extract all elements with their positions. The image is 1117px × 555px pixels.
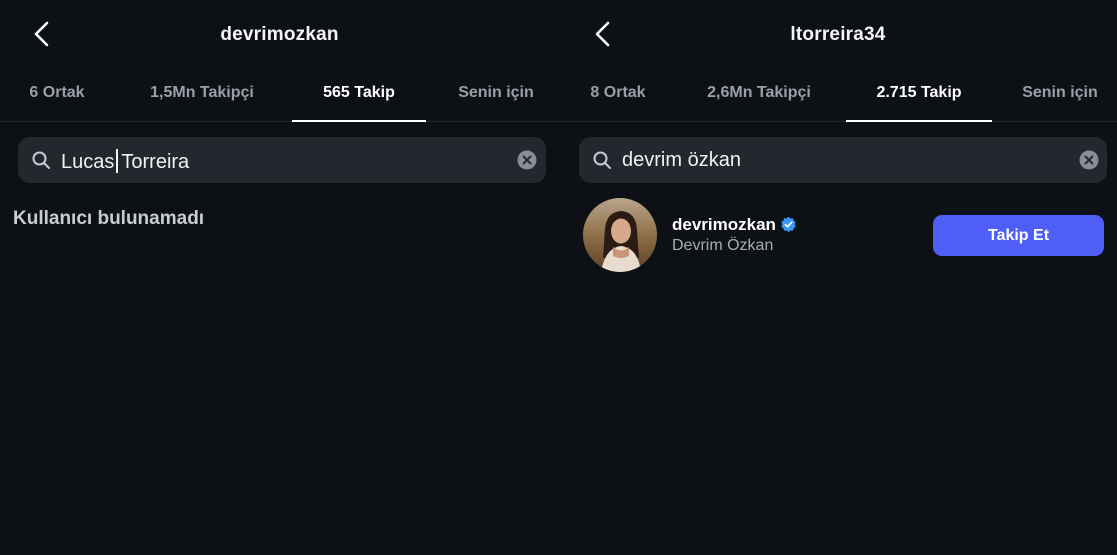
- search-text-after-cursor: Torreira: [121, 151, 190, 173]
- search-input[interactable]: Lucas Torreira: [18, 137, 546, 183]
- tab-for-you[interactable]: Senin için: [1010, 70, 1110, 122]
- username-text: devrimozkan: [672, 215, 776, 234]
- page-title: ltorreira34: [790, 24, 886, 45]
- verified-badge-icon: [781, 216, 796, 232]
- search-value: Lucas Torreira: [61, 149, 189, 174]
- tab-bar: 8 Ortak 2,6Mn Takipçi 2.715 Takip Senin …: [559, 70, 1117, 122]
- tab-following[interactable]: 2.715 Takip: [846, 70, 992, 122]
- left-panel: devrimozkan 6 Ortak 1,5Mn Takipçi 565 Ta…: [0, 0, 559, 555]
- left-header: devrimozkan: [0, 0, 559, 70]
- result-full-name: Devrim Özkan: [672, 237, 774, 254]
- avatar[interactable]: [583, 198, 657, 272]
- right-panel: ltorreira34 8 Ortak 2,6Mn Takipçi 2.715 …: [559, 0, 1117, 555]
- tab-followers[interactable]: 2,6Mn Takipçi: [691, 70, 827, 122]
- search-value: devrim özkan: [622, 149, 741, 171]
- tab-mutual[interactable]: 8 Ortak: [573, 70, 663, 122]
- right-header: ltorreira34: [559, 0, 1117, 70]
- follow-button[interactable]: Takip Et: [933, 215, 1104, 256]
- search-input[interactable]: devrim özkan: [579, 137, 1107, 183]
- search-text-before-cursor: Lucas: [61, 151, 115, 173]
- result-username[interactable]: devrimozkan: [672, 215, 797, 235]
- clear-icon[interactable]: [517, 150, 537, 170]
- search-icon: [593, 151, 611, 169]
- text-cursor: [116, 149, 119, 173]
- tab-mutual[interactable]: 6 Ortak: [14, 70, 100, 122]
- search-icon: [32, 151, 50, 169]
- tab-followers[interactable]: 1,5Mn Takipçi: [134, 70, 270, 122]
- empty-message: Kullanıcı bulunamadı: [13, 208, 205, 229]
- tab-for-you[interactable]: Senin için: [446, 70, 546, 122]
- clear-icon[interactable]: [1079, 150, 1099, 170]
- user-result-row[interactable]: devrimozkan Devrim Özkan Takip Et: [583, 198, 1104, 274]
- page-title: devrimozkan: [220, 24, 339, 45]
- tab-following[interactable]: 565 Takip: [292, 70, 426, 122]
- avatar-photo: [583, 198, 657, 272]
- tab-bar: 6 Ortak 1,5Mn Takipçi 565 Takip Senin iç…: [0, 70, 559, 122]
